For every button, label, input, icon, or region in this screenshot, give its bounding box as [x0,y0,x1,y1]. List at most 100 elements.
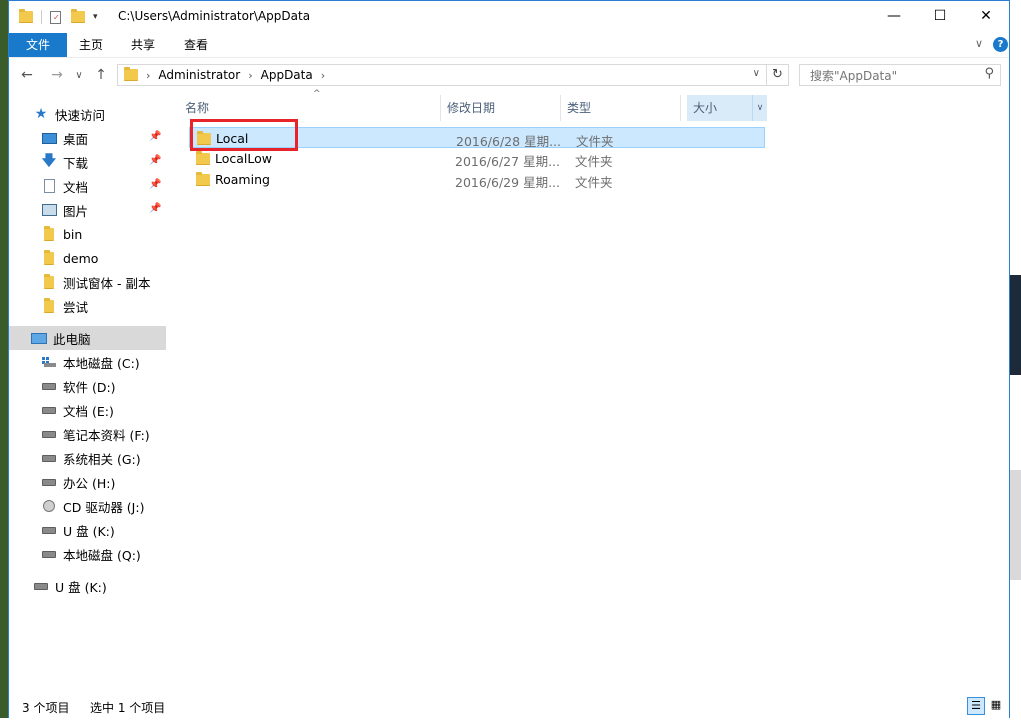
red-highlight-annotation [190,119,298,151]
sidebar-item-label: 软件 (D:) [63,379,116,395]
expand-ribbon-icon[interactable]: ∨ [975,37,983,50]
desktop-icon [41,132,57,144]
sidebar-item-label: 尝试 [63,299,89,315]
search-box[interactable]: ⚲ [799,64,1001,86]
close-button[interactable]: ✕ [963,1,1009,31]
column-divider[interactable] [680,95,681,121]
file-type: 文件夹 [575,175,613,190]
column-header-label: 类型 [567,101,592,115]
folder-icon [44,225,54,241]
sidebar-item-label: U 盘 (K:) [63,523,115,539]
sidebar-item-folder[interactable]: bin [9,222,166,246]
details-view-icon[interactable]: ☰ [967,697,985,715]
file-name: Roaming [215,172,270,187]
sidebar-item-quick-access[interactable]: ★ 快速访问 [9,102,166,126]
sidebar-item-usb[interactable]: U 盘 (K:) [9,574,166,598]
search-input[interactable] [808,66,982,86]
forward-icon[interactable]: → [49,67,65,83]
folder-icon [44,249,54,265]
maximize-button[interactable]: ☐ [917,1,963,31]
large-icons-view-icon[interactable]: ▦ [987,697,1005,715]
column-header-name[interactable]: 名称 [185,95,441,121]
breadcrumb-appdata[interactable]: AppData [261,68,313,82]
refresh-button[interactable]: ↻ [767,64,789,86]
tab-view[interactable]: 查看 [170,33,222,57]
column-divider[interactable] [560,95,561,121]
tab-share[interactable]: 共享 [117,33,169,57]
sidebar-item-label: 桌面 [63,131,89,147]
breadcrumb-separator: › [146,68,151,82]
sidebar-item-documents[interactable]: 文档 📌 [9,174,166,198]
sidebar-item-drive-h[interactable]: 办公 (H:) [9,470,166,494]
pin-icon[interactable]: 📌 [149,179,161,190]
breadcrumb-administrator[interactable]: Administrator [158,68,240,82]
drive-icon [42,406,56,414]
computer-icon [31,332,47,344]
background-window-edge [1010,0,1021,726]
sidebar-item-drive-d[interactable]: 软件 (D:) [9,374,166,398]
sidebar-item-label: bin [63,226,83,242]
address-history-icon[interactable]: ∨ [753,68,760,79]
sidebar-item-drive-g[interactable]: 系统相关 (G:) [9,446,166,470]
sidebar-item-downloads[interactable]: 🡇 下载 📌 [9,150,166,174]
help-icon[interactable]: ? [993,37,1008,52]
recent-locations-icon[interactable]: ∨ [71,70,87,81]
sidebar-item-this-pc[interactable]: 此电脑 [9,326,166,350]
breadcrumb-separator: › [248,68,253,82]
taskbar-strip [0,718,1021,726]
picture-icon [41,204,57,216]
sidebar-item-label: CD 驱动器 (J:) [63,499,145,515]
sidebar-item-pictures[interactable]: 图片 📌 [9,198,166,222]
properties-icon[interactable]: ✓ [50,10,61,24]
ribbon-tabs: 文件 主页 共享 查看 ∨ ? [9,33,1009,58]
column-filter-dropdown-icon[interactable]: ∨ [752,95,767,121]
file-row-locallow[interactable]: LocalLow 2016/6/27 星期... 文件夹 [189,148,765,169]
column-header-size[interactable]: 大小 ∨ [687,95,767,121]
column-header-date[interactable]: 修改日期 [447,95,557,121]
sidebar-item-folder[interactable]: 测试窗体 - 副本 [9,270,166,294]
sidebar-item-folder[interactable]: demo [9,246,166,270]
file-list: ^ 名称 修改日期 类型 大小 ∨ Local 2016/6/28 星期... … [175,89,1009,693]
pin-icon[interactable]: 📌 [149,203,161,214]
navigation-pane: ★ 快速访问 桌面 📌 🡇 下载 📌 文档 📌 图片 📌 bin demo 测试… [9,95,166,693]
back-icon[interactable]: ← [19,67,35,83]
pin-icon[interactable]: 📌 [149,155,161,166]
sidebar-item-label: 快速访问 [55,107,106,123]
title-bar: ✓ ▾ C:\Users\Administrator\AppData — ☐ ✕ [9,1,1009,33]
tab-home[interactable]: 主页 [65,33,117,57]
sidebar-item-drive-j[interactable]: CD 驱动器 (J:) [9,494,166,518]
folder-icon [19,9,33,23]
sidebar-item-drive-e[interactable]: 文档 (E:) [9,398,166,422]
sidebar-item-drive-c[interactable]: 本地磁盘 (C:) [9,350,166,374]
new-folder-icon[interactable] [71,9,85,23]
pin-icon[interactable]: 📌 [149,131,161,142]
sidebar-item-drive-q[interactable]: 本地磁盘 (Q:) [9,542,166,566]
sidebar-item-label: 文档 (E:) [63,403,114,419]
sidebar-item-drive-k[interactable]: U 盘 (K:) [9,518,166,542]
search-icon: ⚲ [984,66,994,81]
up-icon[interactable]: ↑ [93,67,109,83]
sidebar-item-label: 本地磁盘 (Q:) [63,547,141,563]
column-divider[interactable] [440,95,441,121]
sidebar-item-drive-f[interactable]: 笔记本资料 (F:) [9,422,166,446]
column-header-type[interactable]: 类型 [567,95,677,121]
folder-icon [44,297,54,313]
system-drive-icon [41,355,57,369]
customize-toolbar-icon[interactable]: ▾ [93,12,98,22]
document-icon [43,179,55,193]
column-header-label: 修改日期 [447,101,496,115]
sidebar-item-label: U 盘 (K:) [55,579,107,595]
tab-file[interactable]: 文件 [9,33,67,57]
file-row-roaming[interactable]: Roaming 2016/6/29 星期... 文件夹 [189,169,765,190]
sidebar-item-desktop[interactable]: 桌面 📌 [9,126,166,150]
drive-icon [42,454,56,462]
quick-access-toolbar: ✓ ▾ [19,8,98,26]
folder-icon [124,67,138,81]
file-name: LocalLow [215,151,273,166]
address-bar[interactable]: › Administrator › AppData › ∨ [117,64,767,86]
sidebar-item-label: 此电脑 [53,331,91,347]
sidebar-item-folder[interactable]: 尝试 [9,294,166,318]
minimize-button[interactable]: — [871,1,917,31]
window-title: C:\Users\Administrator\AppData [118,9,311,23]
column-header-label: 大小 [693,101,718,115]
